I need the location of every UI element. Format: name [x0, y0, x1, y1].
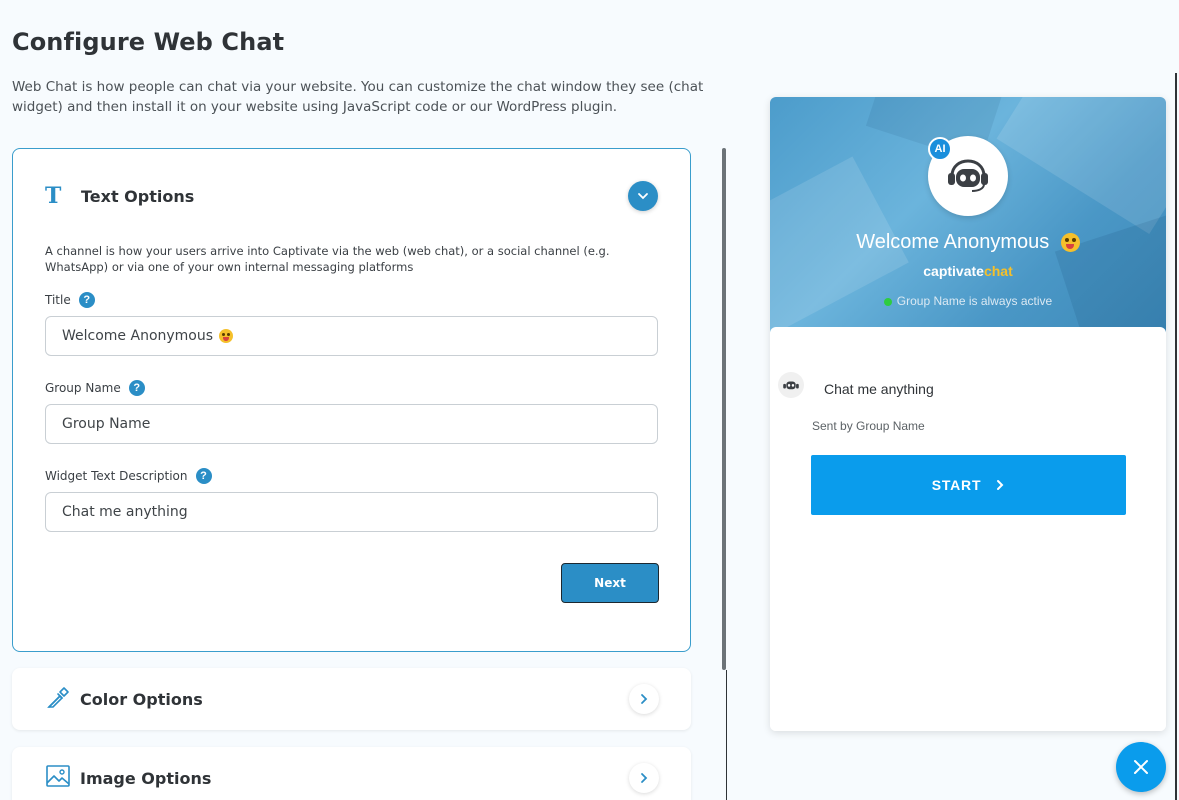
- image-icon: [46, 765, 70, 787]
- collapse-text-options-button[interactable]: [628, 181, 658, 211]
- robot-headset-icon: [948, 159, 988, 192]
- preview-welcome-text: Welcome Anonymous: [856, 231, 1050, 253]
- expand-color-options-button[interactable]: [629, 684, 659, 714]
- color-options-title: Color Options: [80, 690, 203, 709]
- group-name-input[interactable]: Group Name: [45, 404, 658, 444]
- title-label-text: Title: [45, 293, 71, 307]
- start-button-label: START: [931, 477, 982, 493]
- ai-badge: AI: [928, 137, 952, 161]
- captivate-chat-logo: captivatechat: [770, 263, 1166, 279]
- group-name-input-value: Group Name: [62, 416, 151, 432]
- brand-part-2: chat: [983, 263, 1013, 279]
- tongue-emoji-icon: [1060, 233, 1080, 253]
- text-options-title[interactable]: Text Options: [81, 187, 194, 206]
- help-icon[interactable]: ?: [78, 292, 95, 308]
- page-title: Configure Web Chat: [12, 28, 285, 56]
- brand-part-1: captivate: [923, 263, 984, 279]
- preview-welcome-title: Welcome Anonymous: [770, 231, 1166, 254]
- help-icon[interactable]: ?: [195, 468, 212, 484]
- title-input-value: Welcome Anonymous: [62, 328, 214, 344]
- title-field-label: Title ?: [45, 292, 95, 308]
- chat-body: Chat me anything Sent by Group Name STAR…: [770, 327, 1166, 731]
- online-status: Group Name is always active: [770, 294, 1166, 308]
- widget-description-label-text: Widget Text Description: [45, 469, 188, 483]
- start-button[interactable]: START: [811, 455, 1126, 515]
- close-chat-button[interactable]: [1116, 742, 1166, 792]
- next-button[interactable]: Next: [561, 563, 659, 603]
- image-options-title: Image Options: [80, 769, 212, 788]
- online-dot-icon: [883, 297, 892, 306]
- widget-description-input[interactable]: Chat me anything: [45, 492, 658, 532]
- text-options-panel: T Text Options A channel is how your use…: [12, 148, 691, 652]
- text-format-icon: T: [45, 183, 62, 209]
- chevron-right-icon: [997, 480, 1004, 490]
- scrollbar[interactable]: [722, 148, 726, 670]
- chevron-down-icon: [638, 193, 648, 200]
- color-options-panel[interactable]: Color Options: [12, 668, 691, 730]
- eyedropper-icon: [47, 687, 69, 708]
- chat-message: Chat me anything: [824, 381, 934, 397]
- text-options-description: A channel is how your users arrive into …: [45, 244, 610, 274]
- status-text: Group Name is always active: [896, 294, 1053, 308]
- chat-widget-preview: AI Welcome Anonymous captivatechat Group…: [770, 97, 1166, 731]
- close-icon: [1134, 760, 1148, 774]
- bot-avatar-small: [778, 372, 804, 398]
- help-icon[interactable]: ?: [128, 380, 145, 396]
- tongue-emoji-icon: [219, 329, 234, 343]
- divider: [1175, 73, 1177, 800]
- chevron-right-icon: [641, 773, 648, 783]
- group-name-field-label: Group Name ?: [45, 380, 145, 396]
- widget-description-field-label: Widget Text Description ?: [45, 468, 212, 484]
- chat-header: AI Welcome Anonymous captivatechat Group…: [770, 97, 1166, 333]
- page-description: Web Chat is how people can chat via your…: [12, 79, 704, 115]
- expand-image-options-button[interactable]: [629, 763, 659, 793]
- title-input[interactable]: Welcome Anonymous: [45, 316, 658, 356]
- chevron-right-icon: [641, 694, 648, 704]
- robot-headset-icon: [783, 381, 799, 390]
- sent-by-label: Sent by Group Name: [812, 419, 925, 433]
- group-name-label-text: Group Name: [45, 381, 121, 395]
- divider: [726, 670, 727, 800]
- widget-description-input-value: Chat me anything: [62, 504, 188, 520]
- image-options-panel[interactable]: Image Options: [12, 747, 691, 800]
